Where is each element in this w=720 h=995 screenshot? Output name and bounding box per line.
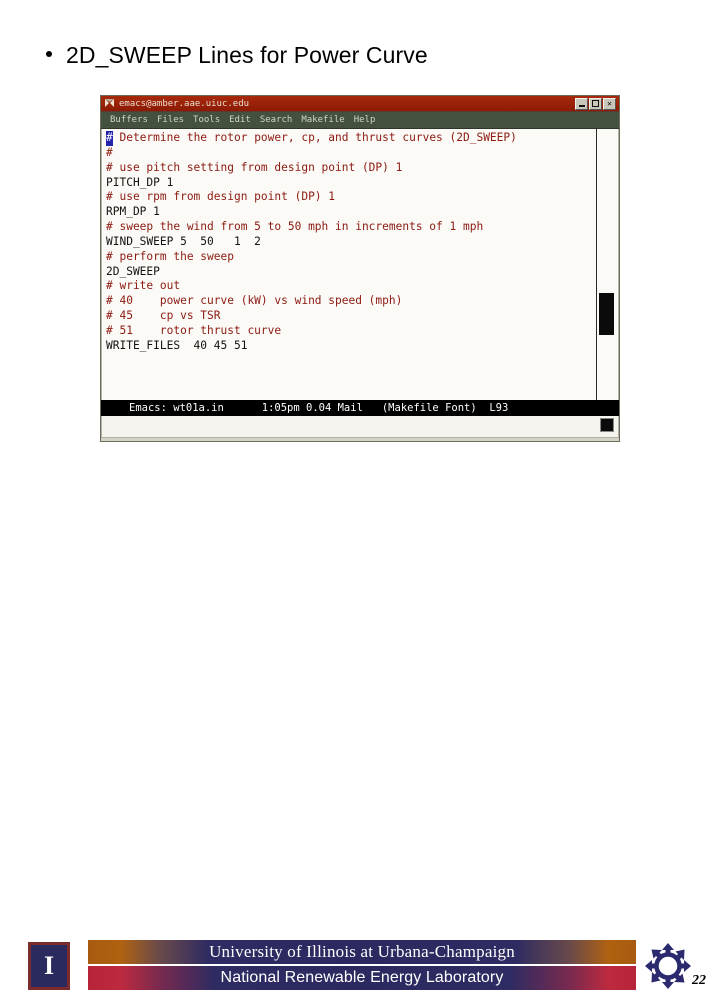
- vertical-scrollbar[interactable]: [596, 129, 615, 400]
- illinois-block-i-logo: I: [28, 942, 70, 990]
- code-line: RPM_DP 1: [106, 205, 160, 219]
- menu-item-buffers[interactable]: Buffers: [110, 115, 148, 125]
- code-line: # 40 power curve (kW) vs wind speed (mph…: [106, 294, 403, 308]
- nrel-compass-logo: [644, 942, 692, 990]
- illinois-logo-letter: I: [43, 951, 55, 980]
- page-title: 2D_SWEEP Lines for Power Curve: [46, 42, 428, 69]
- window-titlebar[interactable]: emacs@amber.aae.uiuc.edu ✕: [101, 96, 619, 112]
- banner-band-nrel: National Renewable Energy Laboratory: [88, 966, 636, 990]
- x-window-icon: [104, 98, 115, 109]
- menu-item-edit[interactable]: Edit: [229, 115, 251, 125]
- menu-item-files[interactable]: Files: [157, 115, 184, 125]
- menu-item-makefile[interactable]: Makefile: [301, 115, 344, 125]
- code-line: # use rpm from design point (DP) 1: [106, 190, 336, 204]
- footer-banner: University of Illinois at Urbana-Champai…: [88, 940, 636, 990]
- code-line: # Determine the rotor power, cp, and thr…: [106, 131, 517, 146]
- code-line: # write out: [106, 279, 181, 293]
- window-title: emacs@amber.aae.uiuc.edu: [119, 98, 250, 109]
- page-title-text: 2D_SWEEP Lines for Power Curve: [66, 42, 428, 68]
- code-line: # 45 cp vs TSR: [106, 309, 221, 323]
- menu-item-search[interactable]: Search: [260, 115, 293, 125]
- menu-bar: Buffers Files Tools Edit Search Makefile…: [101, 112, 619, 129]
- banner-band-university: University of Illinois at Urbana-Champai…: [88, 940, 636, 964]
- code-line: 2D_SWEEP: [106, 264, 160, 278]
- code-line: #: [106, 145, 113, 159]
- resize-grip-icon[interactable]: [600, 418, 614, 432]
- minibuffer[interactable]: [101, 416, 619, 438]
- banner-text-university: University of Illinois at Urbana-Champai…: [209, 942, 515, 961]
- emacs-window: emacs@amber.aae.uiuc.edu ✕ Buffers Files…: [100, 95, 620, 442]
- menu-item-help[interactable]: Help: [354, 115, 376, 125]
- window-controls: ✕: [575, 97, 616, 110]
- slide-footer: I University of Illinois at Urbana-Champ…: [0, 468, 720, 990]
- text-cursor: #: [106, 131, 113, 146]
- menu-item-tools[interactable]: Tools: [193, 115, 220, 125]
- bullet-point-icon: [46, 51, 52, 57]
- status-bar: Emacs: wt01a.in 1:05pm 0.04 Mail (Makefi…: [101, 400, 619, 416]
- maximize-button[interactable]: [589, 97, 602, 110]
- code-line: # 51 rotor thrust curve: [106, 323, 282, 337]
- page-number: 22: [692, 973, 706, 988]
- code-line: # sweep the wind from 5 to 50 mph in inc…: [106, 220, 484, 234]
- banner-text-nrel: National Renewable Energy Laboratory: [220, 969, 504, 986]
- close-button[interactable]: ✕: [603, 97, 616, 110]
- code-line: # perform the sweep: [106, 249, 234, 263]
- code-line: WIND_SWEEP 5 50 1 2: [106, 234, 261, 248]
- scrollbar-thumb[interactable]: [599, 293, 614, 335]
- code-line: PITCH_DP 1: [106, 175, 174, 189]
- code-line: # use pitch setting from design point (D…: [106, 160, 403, 174]
- editor-text-area[interactable]: # Determine the rotor power, cp, and thr…: [101, 129, 619, 400]
- minimize-button[interactable]: [575, 97, 588, 110]
- code-content: # Determine the rotor power, cp, and thr…: [106, 131, 592, 354]
- code-line: WRITE_FILES 40 45 51: [106, 338, 248, 352]
